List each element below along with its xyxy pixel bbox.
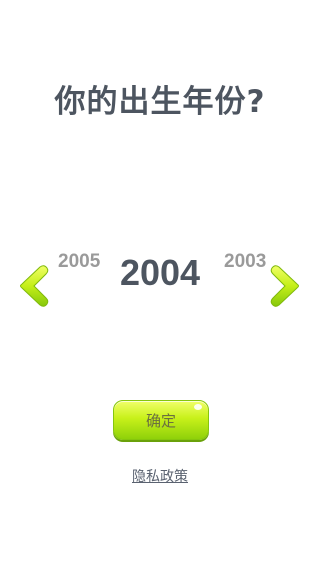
next-year[interactable]: 2003 xyxy=(224,251,266,273)
page-title: 你的出生年份? xyxy=(54,84,266,120)
privacy-policy-link[interactable]: 隐私政策 xyxy=(0,466,320,486)
year-picker: 2005 2004 2003 xyxy=(0,240,320,330)
chevron-right-icon[interactable] xyxy=(269,264,303,308)
confirm-button-label: 确定 xyxy=(145,412,176,430)
confirm-button[interactable]: 确定 xyxy=(113,400,209,440)
